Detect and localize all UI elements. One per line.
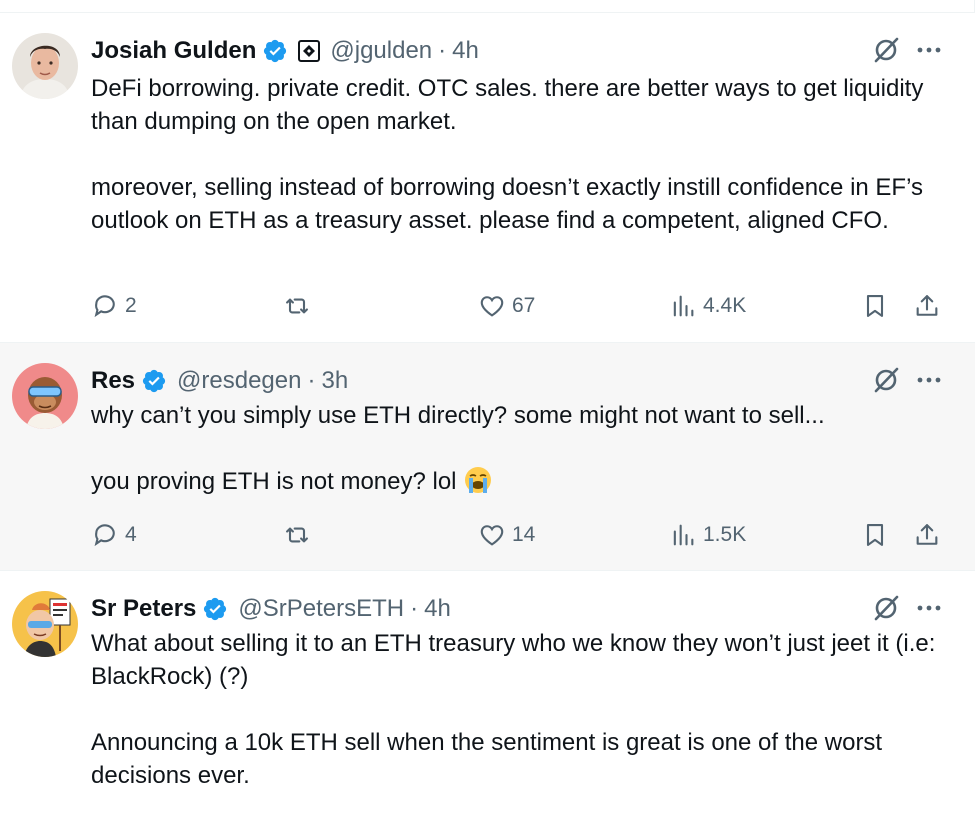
reply-feed: Josiah Gulden @jgulden · 4h DeFi borrowi… [0, 0, 975, 814]
tweet-paragraph: What about selling it to an ETH treasury… [91, 630, 936, 690]
like-count: 67 [512, 294, 536, 317]
avatar[interactable] [12, 363, 78, 429]
heart-icon [480, 296, 504, 317]
tweet-paragraph: Announcing a 10k ETH sell when the senti… [91, 729, 883, 789]
tweet[interactable]: Josiah Gulden @jgulden · 4h DeFi borrowi… [0, 13, 975, 343]
display-name[interactable]: Josiah Gulden [91, 37, 256, 65]
handle[interactable]: @resdegen [177, 367, 301, 395]
avatar[interactable] [12, 591, 78, 657]
bookmark-icon [866, 295, 884, 317]
bookmark-icon [866, 524, 884, 546]
more-options-icon[interactable] [915, 593, 943, 623]
share-icon [916, 524, 938, 545]
handle[interactable]: @SrPetersETH [238, 595, 404, 623]
action-bar: 2 67 4.4K [91, 290, 955, 322]
tweet-paragraph: you proving ETH is not money? lol [91, 465, 951, 498]
verified-badge-icon [142, 369, 166, 393]
tweet-header: Sr Peters @SrPetersETH · 4h [91, 593, 451, 625]
tweet-paragraph-text: you proving ETH is not money? lol [91, 468, 457, 495]
share-button[interactable] [913, 290, 941, 322]
grok-icon[interactable] [871, 365, 901, 395]
display-name[interactable]: Res [91, 367, 135, 395]
views-chart-icon [673, 524, 694, 546]
separator: · [410, 595, 419, 622]
grok-icon[interactable] [871, 593, 901, 623]
tweet-paragraph: DeFi borrowing. private credit. OTC sale… [91, 75, 924, 135]
display-name[interactable]: Sr Peters [91, 595, 196, 623]
tweet-header: Josiah Gulden @jgulden · 4h [91, 35, 479, 67]
timestamp[interactable]: 4h [424, 595, 451, 623]
repost-icon [286, 298, 308, 314]
timestamp[interactable]: 4h [452, 37, 479, 65]
tweet-paragraph: why can’t you simply use ETH directly? s… [91, 402, 825, 429]
separator: · [307, 367, 316, 394]
repost-button[interactable] [283, 519, 311, 551]
like-button[interactable]: 14 [478, 519, 535, 551]
tweet-text: why can’t you simply use ETH directly? s… [91, 399, 951, 498]
loudly-crying-face-emoji-icon [465, 467, 492, 493]
reply-button[interactable]: 2 [91, 290, 137, 322]
views-chart-icon [673, 295, 694, 317]
like-count: 14 [512, 523, 536, 546]
tweet-text: DeFi borrowing. private credit. OTC sale… [91, 72, 951, 237]
repost-icon [286, 527, 308, 543]
timestamp[interactable]: 3h [321, 367, 348, 395]
repost-button[interactable] [283, 290, 311, 322]
like-button[interactable]: 67 [478, 290, 535, 322]
separator: · [438, 37, 447, 64]
reply-icon [94, 295, 115, 318]
more-options-icon[interactable] [915, 35, 943, 65]
affiliate-badge-icon[interactable] [298, 40, 321, 62]
reply-count: 2 [125, 294, 137, 317]
tweet[interactable]: Sr Peters @SrPetersETH · 4h What about s… [0, 571, 975, 814]
tweet-text: What about selling it to an ETH treasury… [91, 627, 951, 792]
heart-icon [480, 525, 504, 546]
handle[interactable]: @jgulden [330, 37, 432, 65]
verified-badge-icon [264, 39, 287, 63]
grok-icon[interactable] [871, 35, 901, 65]
view-count: 1.5K [703, 523, 747, 546]
tweet[interactable]: Res @resdegen · 3h why can’t you simply … [0, 343, 975, 571]
reply-icon [94, 524, 115, 547]
views-button[interactable]: 4.4K [669, 290, 746, 322]
share-icon [916, 295, 938, 316]
reply-button[interactable]: 4 [91, 519, 137, 551]
tweet-header: Res @resdegen · 3h [91, 365, 348, 397]
share-button[interactable] [913, 519, 941, 551]
more-options-icon[interactable] [915, 365, 943, 395]
bookmark-button[interactable] [861, 519, 889, 551]
avatar[interactable] [12, 33, 78, 99]
bookmark-button[interactable] [861, 290, 889, 322]
action-bar: 4 14 1.5K [91, 519, 955, 551]
views-button[interactable]: 1.5K [669, 519, 746, 551]
reply-count: 4 [125, 523, 137, 546]
verified-badge-icon [204, 597, 227, 621]
tweet-paragraph: moreover, selling instead of borrowing d… [91, 174, 923, 234]
view-count: 4.4K [703, 294, 747, 317]
